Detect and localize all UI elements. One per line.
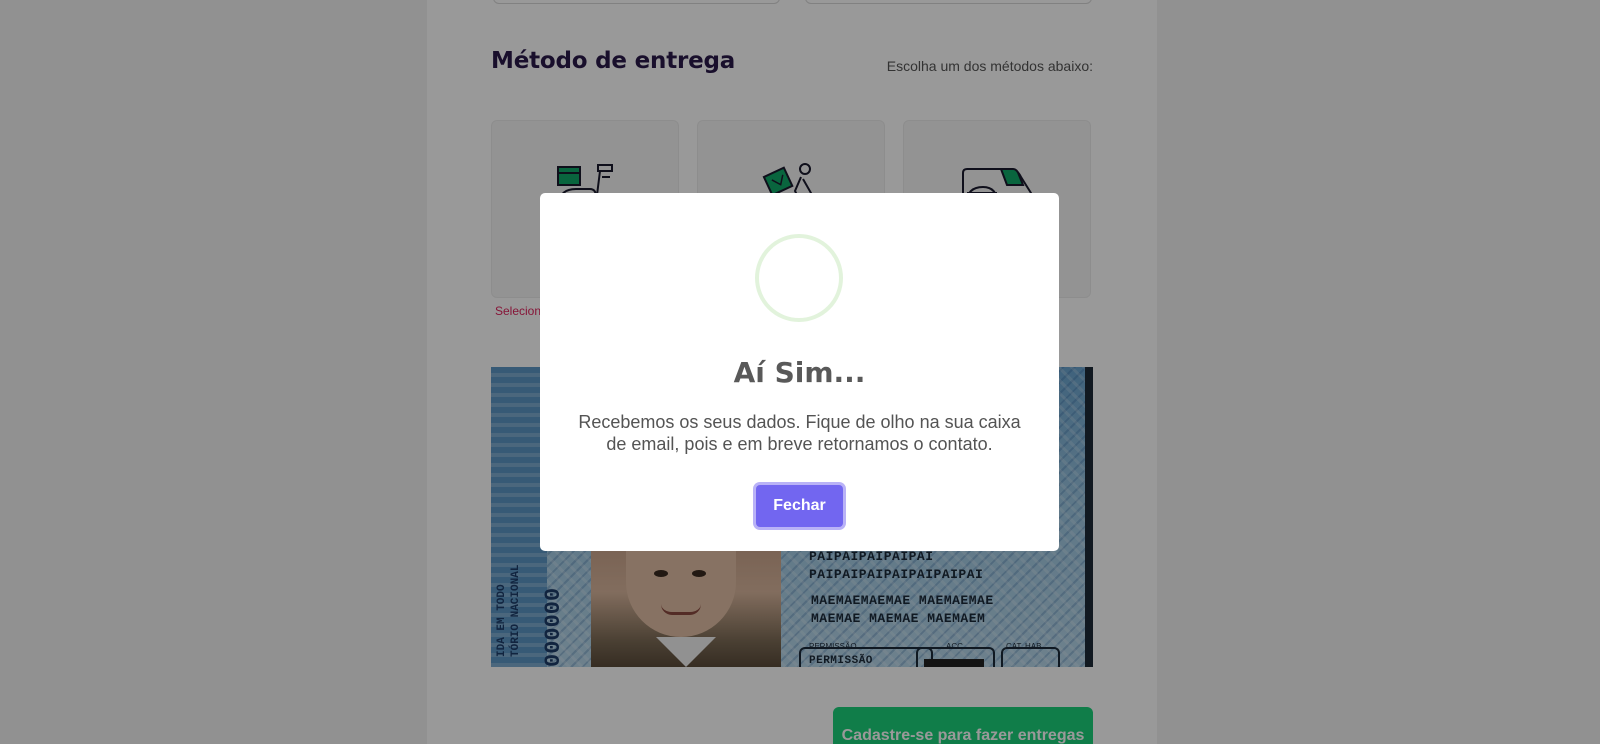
- success-circle-icon: [755, 234, 843, 322]
- success-modal: Aí Sim... Recebemos os seus dados. Fique…: [540, 193, 1059, 551]
- modal-message: Recebemos os seus dados. Fique de olho n…: [578, 412, 1021, 454]
- modal-title: Aí Sim...: [733, 356, 866, 389]
- close-button[interactable]: Fechar: [756, 485, 843, 527]
